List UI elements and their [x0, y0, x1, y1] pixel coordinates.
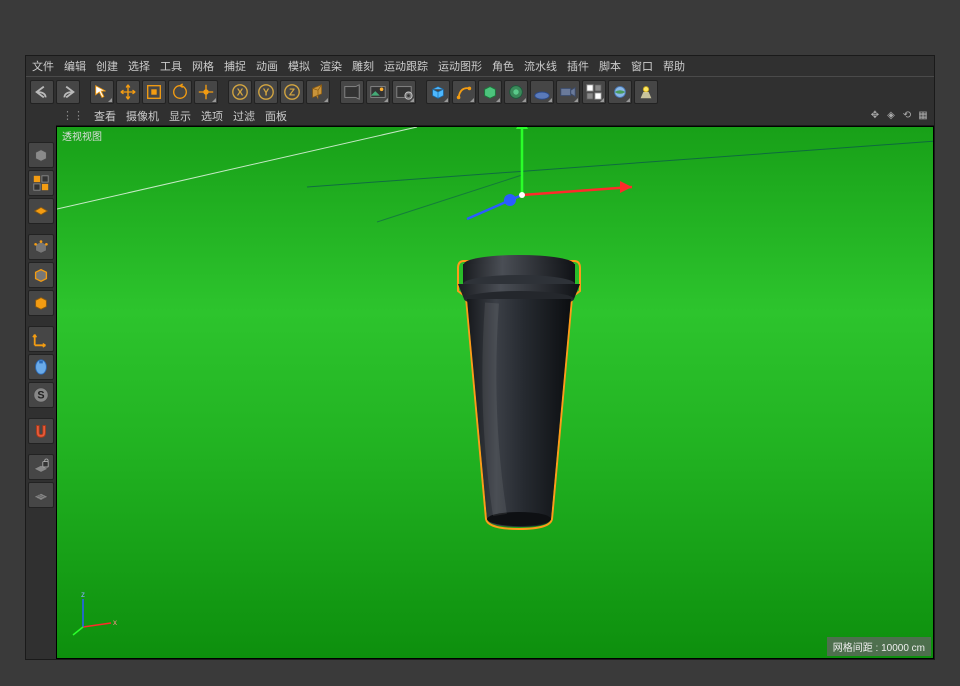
svg-text:x: x — [113, 618, 117, 627]
polys-mode-button[interactable] — [28, 290, 54, 316]
environment-button[interactable] — [530, 80, 554, 104]
vp-menu-filter[interactable]: 过滤 — [233, 108, 255, 124]
menu-create[interactable]: 创建 — [96, 58, 118, 74]
menu-file[interactable]: 文件 — [32, 58, 54, 74]
coffee-cup-object[interactable] — [444, 253, 594, 533]
viewport-label: 透视视图 — [62, 128, 102, 143]
main-menu-bar: 文件 编辑 创建 选择 工具 网格 捕捉 动画 模拟 渲染 雕刻 运动跟踪 运动… — [26, 56, 934, 76]
axis-mode-button[interactable] — [28, 326, 54, 352]
scale-button[interactable] — [142, 80, 166, 104]
menu-render[interactable]: 渲染 — [320, 58, 342, 74]
vp-nav-move-icon[interactable]: ✥ — [868, 108, 882, 122]
vp-nav-zoom-icon[interactable]: ◈ — [884, 108, 898, 122]
menu-sculpt[interactable]: 雕刻 — [352, 58, 374, 74]
svg-text:S: S — [37, 390, 44, 402]
grid-spacing-status: 网格间距 : 10000 cm — [827, 637, 931, 656]
viewport-menu-bar: ⋮⋮ 查看 摄像机 显示 选项 过滤 面板 ✥ ◈ ⟲ ▦ — [56, 106, 934, 126]
menu-tools[interactable]: 工具 — [160, 58, 182, 74]
workplane-button[interactable] — [28, 482, 54, 508]
generator-button[interactable] — [478, 80, 502, 104]
spline-pen-button[interactable] — [452, 80, 476, 104]
svg-text:z: z — [81, 590, 85, 599]
coord-system-button[interactable] — [306, 80, 330, 104]
last-tool-button[interactable] — [194, 80, 218, 104]
render-view-button[interactable] — [340, 80, 364, 104]
workplane-lock-button[interactable] — [28, 454, 54, 480]
menu-motiontrack[interactable]: 运动跟踪 — [384, 58, 428, 74]
render-picture-viewer-button[interactable] — [366, 80, 390, 104]
camera-button[interactable] — [556, 80, 580, 104]
vp-menu-camera[interactable]: 摄像机 — [126, 108, 159, 124]
scene-button[interactable] — [608, 80, 632, 104]
snap-s-button[interactable]: S — [28, 382, 54, 408]
texture-mode-button[interactable] — [28, 198, 54, 224]
make-editable-button[interactable] — [28, 142, 54, 168]
y-axis-lock-button[interactable]: Y — [254, 80, 278, 104]
light-button[interactable] — [582, 80, 606, 104]
main-toolbar: X Y Z — [26, 76, 934, 106]
edges-mode-button[interactable] — [28, 262, 54, 288]
viewport-container: ⋮⋮ 查看 摄像机 显示 选项 过滤 面板 ✥ ◈ ⟲ ▦ — [56, 106, 934, 659]
menu-mesh[interactable]: 网格 — [192, 58, 214, 74]
menu-script[interactable]: 脚本 — [599, 58, 621, 74]
menu-select[interactable]: 选择 — [128, 58, 150, 74]
left-toolbar: S — [26, 106, 56, 659]
deformer-button[interactable] — [504, 80, 528, 104]
vp-menu-display[interactable]: 显示 — [169, 108, 191, 124]
z-axis-lock-button[interactable]: Z — [280, 80, 304, 104]
menu-plugins[interactable]: 插件 — [567, 58, 589, 74]
redo-button[interactable] — [56, 80, 80, 104]
points-mode-button[interactable] — [28, 234, 54, 260]
vp-menu-panel[interactable]: 面板 — [265, 108, 287, 124]
menu-animate[interactable]: 动画 — [256, 58, 278, 74]
main-area: S ⋮⋮ 查看 摄像机 显示 选项 过滤 面板 ✥ ◈ ⟲ ▦ — [26, 106, 934, 659]
menu-character[interactable]: 角色 — [492, 58, 514, 74]
menu-window[interactable]: 窗口 — [631, 58, 653, 74]
menu-simulate[interactable]: 模拟 — [288, 58, 310, 74]
menu-edit[interactable]: 编辑 — [64, 58, 86, 74]
vp-menu-options[interactable]: 选项 — [201, 108, 223, 124]
move-button[interactable] — [116, 80, 140, 104]
menu-help[interactable]: 帮助 — [663, 58, 685, 74]
perspective-viewport[interactable]: x z 网格间距 : 10000 cm — [56, 126, 934, 659]
x-axis-lock-button[interactable]: X — [228, 80, 252, 104]
svg-text:X: X — [237, 87, 244, 98]
model-mode-button[interactable] — [28, 170, 54, 196]
undo-button[interactable] — [30, 80, 54, 104]
menu-pipeline[interactable]: 流水线 — [524, 58, 557, 74]
vp-nav-rotate-icon[interactable]: ⟲ — [900, 108, 914, 122]
tweak-mode-button[interactable] — [28, 354, 54, 380]
vp-nav-layout-icon[interactable]: ▦ — [916, 108, 930, 122]
vp-menu-view[interactable]: 查看 — [94, 108, 116, 124]
spotlight-button[interactable] — [634, 80, 658, 104]
rotate-button[interactable] — [168, 80, 192, 104]
magnet-snap-button[interactable] — [28, 418, 54, 444]
menu-mograph[interactable]: 运动图形 — [438, 58, 482, 74]
axis-gizmo[interactable] — [522, 147, 702, 252]
mini-axis-indicator: x z — [71, 589, 121, 644]
live-select-button[interactable] — [90, 80, 114, 104]
svg-text:Z: Z — [289, 87, 295, 98]
svg-text:Y: Y — [263, 87, 270, 98]
primitive-cube-button[interactable] — [426, 80, 450, 104]
render-settings-button[interactable] — [392, 80, 416, 104]
menu-snap[interactable]: 捕捉 — [224, 58, 246, 74]
app-window: 文件 编辑 创建 选择 工具 网格 捕捉 动画 模拟 渲染 雕刻 运动跟踪 运动… — [25, 55, 935, 660]
